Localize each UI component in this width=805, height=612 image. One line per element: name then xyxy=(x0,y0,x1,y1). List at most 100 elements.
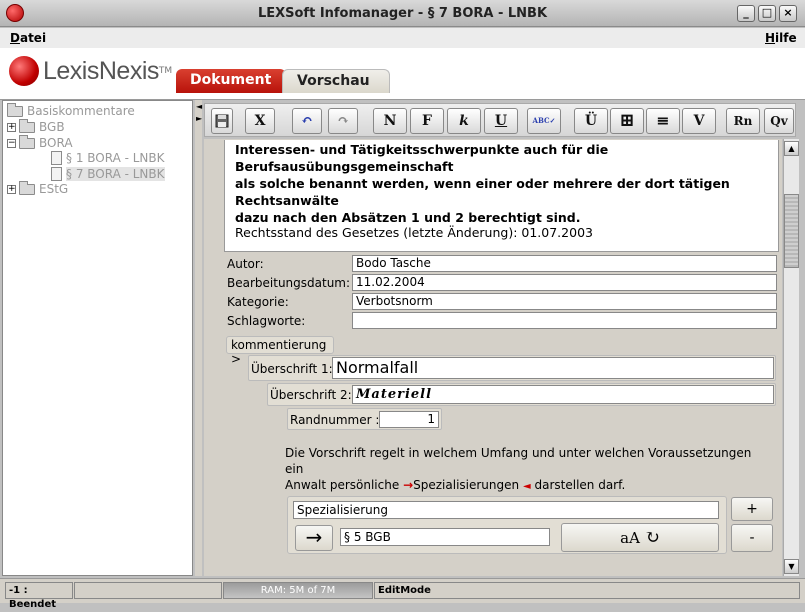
scroll-up-icon[interactable]: ▲ xyxy=(784,141,799,156)
paragraph-line-1: Die Vorschrift regelt in welchem Umfang … xyxy=(285,446,752,476)
folder-icon xyxy=(7,102,23,117)
table-button[interactable]: ⊞ xyxy=(610,108,644,134)
schlagworte-label: Schlagworte: xyxy=(227,314,306,328)
vertical-scrollbar[interactable]: ▲ ▼ xyxy=(783,139,799,576)
randnummer-field[interactable]: 1 xyxy=(379,411,439,428)
cut-button[interactable]: X xyxy=(245,108,275,134)
case-toggle-button[interactable]: aA ↻ xyxy=(561,523,719,552)
v-button[interactable]: V xyxy=(682,108,716,134)
tree-node-basiskommentare[interactable]: Basiskommentare xyxy=(7,102,135,119)
menu-datei[interactable]: Datei xyxy=(10,31,46,45)
maximize-button[interactable]: □ xyxy=(758,5,776,22)
expand-icon[interactable]: + xyxy=(7,122,16,132)
close-button[interactable]: × xyxy=(779,5,797,22)
tree-node-estg[interactable]: + EStG xyxy=(7,180,69,197)
tree-label: BGB xyxy=(39,120,65,134)
tree-node-bora-1[interactable]: § 1 BORA - LNBK xyxy=(51,150,165,166)
tree-node-bora-7[interactable]: § 7 BORA - LNBK xyxy=(51,166,165,182)
folder-icon xyxy=(19,118,35,133)
header: LexisNexis TM Dokument Vorschau xyxy=(0,48,805,100)
minimize-button[interactable]: _ xyxy=(737,5,755,22)
expand-icon[interactable]: + xyxy=(7,184,16,194)
logo-brand: LexisNexis xyxy=(43,56,159,85)
folder-icon xyxy=(19,180,35,195)
undo-button[interactable]: ↶ xyxy=(292,108,322,134)
document-text[interactable]: Interessen- und Tätigkeitsschwerpunkte a… xyxy=(224,140,779,252)
tree-label: § 1 BORA - LNBK xyxy=(66,151,165,165)
status-bar: -1 : Beendet RAM: 5M of 7M EditMode xyxy=(0,578,805,610)
tree-label: BORA xyxy=(39,136,73,150)
menu-hilfe[interactable]: Hilfe xyxy=(765,31,797,45)
autor-field[interactable]: Bodo Tasche xyxy=(352,255,777,272)
list-button[interactable]: ≡ xyxy=(646,108,680,134)
doc-line-2: als solche benannt werden, wenn einer od… xyxy=(235,176,730,208)
folder-icon xyxy=(19,134,35,149)
tree-node-bgb[interactable]: + BGB xyxy=(7,118,65,135)
lexisnexis-logo: LexisNexis TM xyxy=(9,54,172,88)
reference-target-field[interactable]: § 5 BGB xyxy=(340,528,550,546)
datum-field[interactable]: 11.02.2004 xyxy=(352,274,777,291)
rechtsstand: Rechtsstand des Gesetzes (letzte Änderun… xyxy=(235,225,593,240)
tree-node-bora[interactable]: − BORA xyxy=(7,134,73,151)
bold-button[interactable]: F xyxy=(410,108,444,134)
follow-reference-button[interactable]: → xyxy=(295,525,333,551)
schlagworte-field[interactable] xyxy=(352,312,777,329)
save-button[interactable] xyxy=(211,108,233,134)
document-icon xyxy=(51,167,62,181)
document-icon xyxy=(51,151,62,165)
reference-title-field[interactable]: Spezialisierung xyxy=(293,501,719,519)
window-title: LEXSoft Infomanager - § 7 BORA - LNBK xyxy=(257,6,548,21)
doc-line-1: Interessen- und Tätigkeitsschwerpunkte a… xyxy=(235,142,609,174)
comment-paragraph[interactable]: Die Vorschrift regelt in welchem Umfang … xyxy=(285,445,765,495)
tree-label: § 7 BORA - LNBK xyxy=(66,167,165,181)
italic-button[interactable]: k xyxy=(447,108,481,134)
link-arrow-icon: → xyxy=(403,478,414,492)
remove-reference-button[interactable]: - xyxy=(731,524,773,552)
title-bar: LEXSoft Infomanager - § 7 BORA - LNBK _ … xyxy=(0,0,805,27)
editor-toolbar: X ↶ ↷ N F k U ABC✓ Ü ⊞ ≡ V Rn Qv xyxy=(204,103,796,137)
menu-bar: Datei Hilfe xyxy=(0,28,805,48)
paragraph-text: Anwalt persönliche xyxy=(285,478,400,492)
tree-label: EStG xyxy=(39,182,69,196)
link-spezialisierungen[interactable]: Spezialisierungen xyxy=(413,478,519,492)
pane-splitter[interactable]: ◄ ► xyxy=(195,100,202,576)
ueberschrift2-label: Überschrift 2: xyxy=(270,388,352,402)
ueberschrift1-field[interactable]: Normalfall xyxy=(332,357,774,379)
kommentierung-button[interactable]: kommentierung > xyxy=(226,336,334,366)
randnummer-label: Randnummer : xyxy=(290,413,380,427)
autor-label: Autor: xyxy=(227,257,264,271)
add-reference-button[interactable]: + xyxy=(731,497,773,521)
status-state: -1 : Beendet xyxy=(5,582,73,610)
refresh-icon: ↻ xyxy=(644,527,660,548)
link-end-icon: ◄ xyxy=(522,481,531,492)
edit-mode: EditMode xyxy=(374,582,800,599)
tab-vorschau[interactable]: Vorschau xyxy=(282,69,390,93)
ue-button[interactable]: Ü xyxy=(574,108,608,134)
tab-dokument[interactable]: Dokument xyxy=(176,69,286,93)
document-tree[interactable]: Basiskommentare + BGB − BORA § 1 BORA - … xyxy=(2,100,193,576)
logo-orb-icon xyxy=(9,56,39,86)
qv-button[interactable]: Qv xyxy=(764,108,794,134)
kategorie-label: Kategorie: xyxy=(227,295,289,309)
scroll-thumb[interactable] xyxy=(784,194,799,268)
spellcheck-button[interactable]: ABC✓ xyxy=(527,108,561,134)
collapse-icon[interactable]: − xyxy=(7,138,16,148)
save-icon xyxy=(215,114,229,128)
normal-button[interactable]: N xyxy=(373,108,407,134)
scroll-down-icon[interactable]: ▼ xyxy=(784,559,799,574)
ueberschrift1-label: Überschrift 1: xyxy=(251,362,333,376)
paragraph-line-2: Anwalt persönliche →Spezialisierungen ◄ … xyxy=(285,477,765,495)
kategorie-field[interactable]: Verbotsnorm xyxy=(352,293,777,310)
tree-label: Basiskommentare xyxy=(27,104,135,118)
redo-button[interactable]: ↷ xyxy=(328,108,358,134)
rn-button[interactable]: Rn xyxy=(726,108,760,134)
underline-button[interactable]: U xyxy=(484,108,518,134)
ram-indicator: RAM: 5M of 7M xyxy=(223,582,373,599)
logo-tm: TM xyxy=(158,66,173,76)
collapse-left-icon[interactable]: ◄ xyxy=(196,102,202,111)
case-label: aA xyxy=(620,529,640,547)
status-empty xyxy=(74,582,222,599)
paragraph-text-end: darstellen darf. xyxy=(534,478,626,492)
ueberschrift2-field[interactable]: Materiell xyxy=(352,385,774,404)
expand-right-icon[interactable]: ► xyxy=(196,114,202,123)
